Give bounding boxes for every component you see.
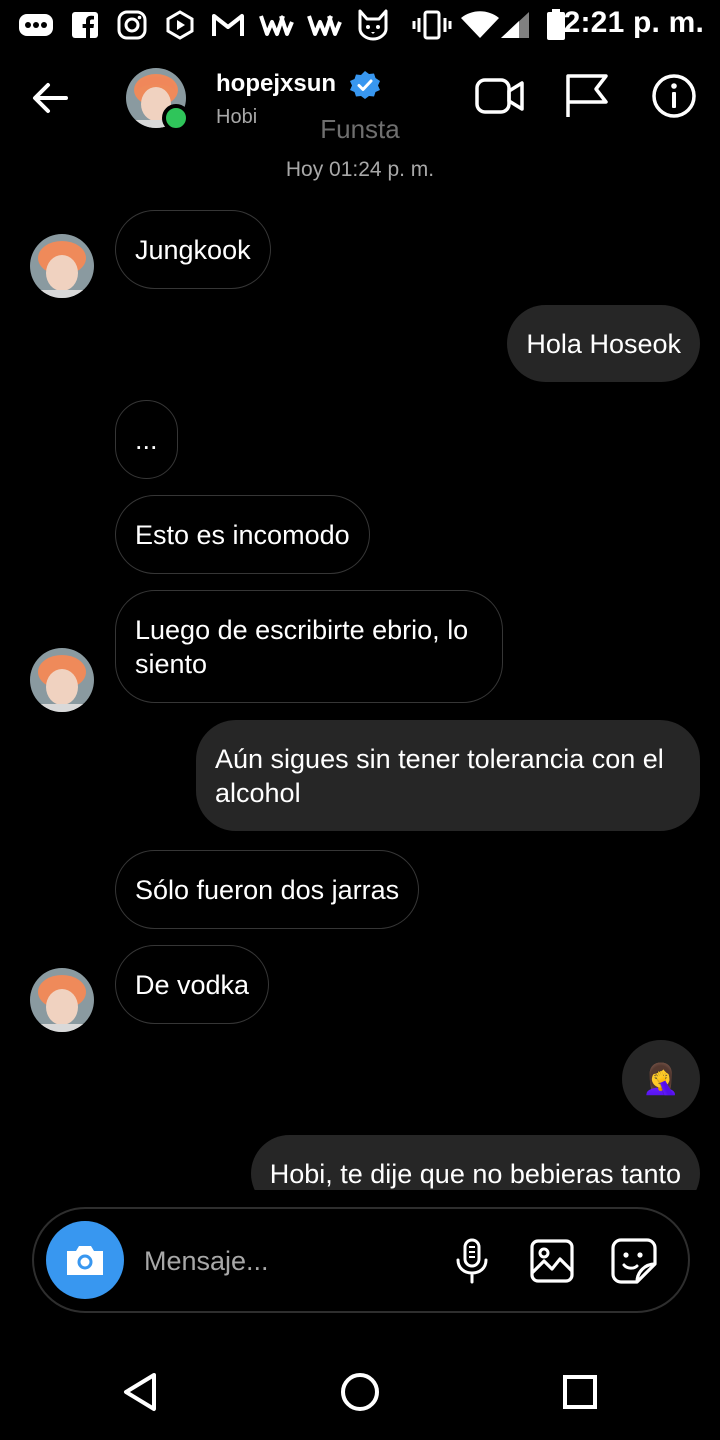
fox-app-icon bbox=[356, 8, 390, 42]
gallery-button[interactable] bbox=[528, 1237, 576, 1285]
chat-timestamp: Hoy 01:24 p. m. bbox=[285, 158, 435, 181]
sticker-button[interactable] bbox=[610, 1237, 658, 1285]
profile-note: Funsta bbox=[320, 114, 400, 144]
message-composer bbox=[32, 1207, 690, 1313]
message-input[interactable] bbox=[144, 1239, 434, 1283]
verified-badge-icon bbox=[350, 70, 380, 100]
gmail-icon bbox=[210, 8, 246, 42]
info-button[interactable] bbox=[646, 72, 702, 120]
image-icon bbox=[530, 1239, 574, 1283]
facebook-icon bbox=[70, 8, 100, 42]
flag-icon bbox=[566, 74, 608, 117]
video-call-button[interactable] bbox=[472, 72, 528, 120]
message-bubble-received[interactable]: Esto es incomodo bbox=[115, 495, 370, 574]
system-nav-bar bbox=[0, 1344, 720, 1440]
message-bubble-received[interactable]: ... bbox=[115, 400, 178, 479]
webtoon-icon bbox=[306, 8, 346, 42]
profile-photo bbox=[30, 648, 94, 712]
report-button[interactable] bbox=[558, 72, 614, 120]
video-camera-icon bbox=[475, 78, 524, 114]
vibrate-icon bbox=[412, 8, 452, 42]
message-bubble-received[interactable]: Sólo fueron dos jarras bbox=[115, 850, 420, 929]
sticker-icon bbox=[611, 1238, 657, 1284]
arrow-left-icon bbox=[33, 83, 68, 113]
voice-message-button[interactable] bbox=[448, 1237, 496, 1285]
username[interactable]: hopejxsun bbox=[216, 70, 336, 98]
profile-photo bbox=[30, 234, 94, 298]
messenger-dots-icon bbox=[18, 8, 54, 42]
message-bubble-received[interactable]: Jungkook bbox=[115, 210, 271, 289]
instagram-icon bbox=[116, 8, 148, 42]
camera-icon bbox=[67, 1246, 103, 1275]
cell-signal-icon bbox=[498, 8, 532, 42]
message-bubble-sent[interactable]: Aún sigues sin tener tolerancia con el a… bbox=[196, 720, 700, 831]
square-recents-icon bbox=[563, 1375, 597, 1409]
nav-home-button[interactable] bbox=[334, 1366, 386, 1418]
hexagon-app-icon bbox=[164, 8, 196, 42]
camera-button[interactable] bbox=[46, 1221, 124, 1299]
avatar[interactable] bbox=[30, 648, 94, 712]
webtoon-icon bbox=[258, 8, 298, 42]
wifi-icon bbox=[460, 8, 500, 42]
message-bubble-sent[interactable]: Hola Hoseok bbox=[507, 305, 700, 382]
microphone-icon bbox=[456, 1238, 488, 1284]
info-icon bbox=[652, 74, 696, 118]
avatar[interactable] bbox=[30, 968, 94, 1032]
avatar[interactable] bbox=[30, 234, 94, 298]
profile-photo bbox=[30, 968, 94, 1032]
status-bar: 2:21 p. m. bbox=[0, 0, 720, 52]
message-bubble-received[interactable]: De vodka bbox=[115, 945, 270, 1024]
emoji-message-sent[interactable]: 🤦‍♀️ bbox=[622, 1040, 700, 1118]
circle-home-icon bbox=[341, 1373, 379, 1411]
nav-recents-button[interactable] bbox=[554, 1366, 606, 1418]
nav-back-button[interactable] bbox=[114, 1366, 166, 1418]
message-list[interactable]: Jungkook Hola Hoseok ... Esto es incomod… bbox=[0, 190, 720, 1190]
message-bubble-received[interactable]: Luego de escribirte ebrio, lo siento bbox=[115, 590, 503, 703]
triangle-back-icon bbox=[124, 1373, 156, 1411]
message-bubble-sent[interactable]: Hobi, te dije que no bebieras tanto bbox=[250, 1135, 700, 1190]
status-time: 2:21 p. m. bbox=[563, 6, 704, 39]
